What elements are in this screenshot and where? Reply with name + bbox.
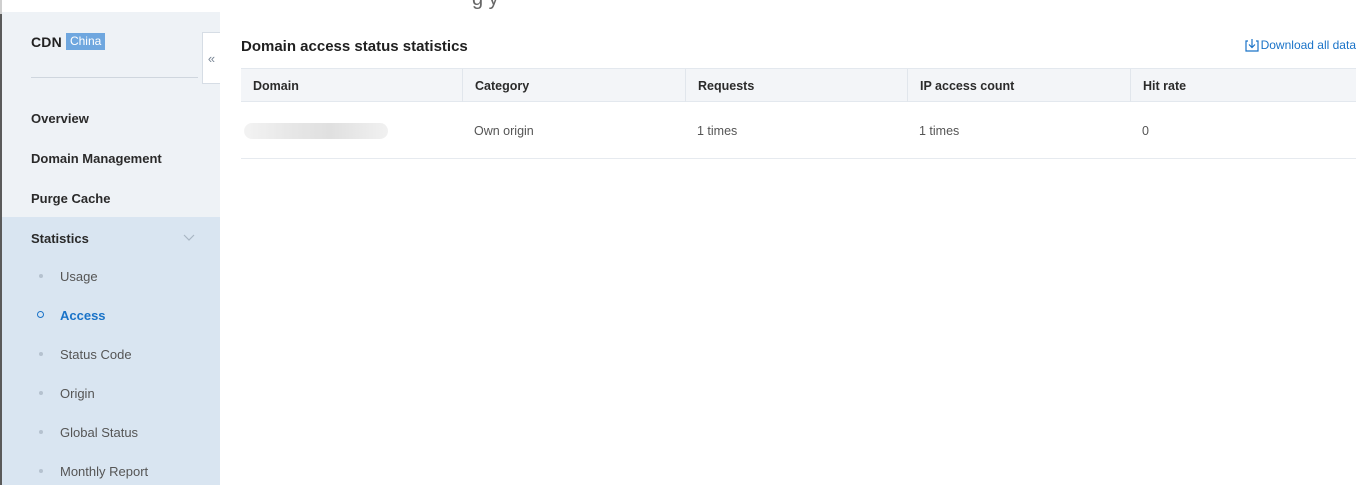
sidebar-subitem-status-code[interactable]: Status Code [2,335,220,373]
table-header: Domain Category Requests IP access count… [241,68,1356,102]
sidebar-subitem-origin[interactable]: Origin [2,374,220,412]
subitem-label: Origin [60,385,95,401]
active-circle-icon [37,311,44,318]
sidebar-subitem-monthly-report[interactable]: Monthly Report [2,452,220,485]
cell-ip-access-count: 1 times [919,123,960,138]
region-badge: China [65,33,106,50]
nav-item-purge-cache[interactable]: Purge Cache [2,178,220,218]
redacted-domain [244,122,388,139]
brand-name: CDN [31,33,62,50]
sidebar-subitem-access[interactable]: Access [2,296,220,334]
cropped-header-text: g y [472,0,499,11]
bullet-icon [39,352,43,356]
subitem-label: Access [60,307,106,323]
brand: CDN China [31,33,106,50]
column-header-requests: Requests [685,69,907,102]
sidebar: CDN China « Overview Domain Management P… [2,12,220,485]
collapse-icon: « [207,50,216,66]
chevron-down-icon [183,234,195,241]
cell-requests: 1 times [697,123,738,138]
download-label: Download all data [1260,38,1356,52]
domain-stats-table: Domain Category Requests IP access count… [241,68,1356,159]
column-header-ip-access-count: IP access count [907,69,1130,102]
nav-item-label: Overview [31,110,89,126]
sidebar-subitem-usage[interactable]: Usage [2,257,220,295]
nav-item-label: Statistics [31,230,89,246]
nav-item-statistics[interactable]: Statistics [2,219,220,257]
cell-hit-rate: 0 [1142,123,1149,138]
brand-divider [31,77,198,78]
subitem-label: Monthly Report [60,463,149,479]
sidebar-collapse-button[interactable]: « [202,32,220,84]
bullet-icon [39,274,43,278]
download-icon [1244,39,1259,52]
page-title: Domain access status statistics [241,38,468,55]
column-header-category: Category [462,69,685,102]
subitem-label: Status Code [60,346,132,362]
nav-item-domain-management[interactable]: Domain Management [2,138,220,178]
nav-item-label: Domain Management [31,150,162,166]
cell-domain [241,102,462,159]
cropped-header-band: g y [220,0,1356,12]
column-header-hit-rate: Hit rate [1130,69,1356,102]
table-row: Own origin 1 times 1 times 0 [241,102,1356,159]
nav-group-statistics: Statistics Usage Access Status Code Orig… [2,217,220,485]
bullet-icon [39,430,43,434]
nav-item-label: Purge Cache [31,190,111,206]
bullet-icon [39,391,43,395]
main-content: Domain access status statistics Download… [220,12,1356,485]
column-header-domain: Domain [253,78,299,93]
cell-category: Own origin [474,123,534,138]
download-all-data-link[interactable]: Download all data [1244,38,1356,52]
nav-item-overview[interactable]: Overview [2,98,220,138]
bullet-icon [39,469,43,473]
subitem-label: Usage [60,268,98,284]
sidebar-subitem-global-status[interactable]: Global Status [2,413,220,451]
subitem-label: Global Status [60,424,139,440]
